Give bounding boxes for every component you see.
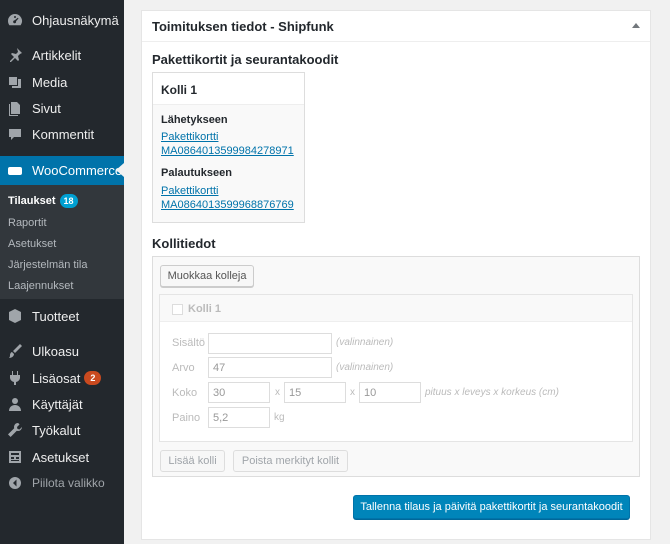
menu-tools-label: Työkalut [32, 422, 81, 438]
submenu-status[interactable]: Järjestelmän tila [8, 259, 87, 271]
menu-pages-label: Sivut [32, 100, 61, 116]
user-icon [5, 394, 25, 414]
metabox-header[interactable]: Toimituksen tiedot - Shipfunk [142, 11, 650, 42]
menu-dashboard[interactable]: Ohjausnäkymä [0, 6, 124, 34]
menu-products-label: Tuotteet [32, 308, 80, 324]
submenu-orders[interactable]: Tilaukset 18 [8, 194, 78, 208]
size-length-input[interactable]: 15 [284, 382, 346, 403]
package-title: Kolli 1 [161, 83, 198, 97]
package-card: Kolli 1 Lähetykseen Pakettikortti MA0864… [152, 72, 305, 223]
menu-dashboard-label: Ohjausnäkymä [32, 12, 119, 28]
menu-comments-label: Kommentit [32, 126, 95, 142]
parcel-info-box: Muokkaa kolleja Kolli 1 Sisältö (valinna… [152, 256, 640, 477]
comment-icon [5, 124, 25, 144]
size-width-input[interactable]: 30 [208, 382, 270, 403]
content-label: Sisältö [172, 337, 206, 349]
box-icon [5, 306, 25, 326]
menu-users-label: Käyttäjät [32, 396, 83, 412]
content-input[interactable] [208, 333, 332, 354]
submenu-extensions[interactable]: Laajennukset [8, 280, 73, 292]
parcel-select-checkbox[interactable] [172, 304, 183, 315]
submenu-settings[interactable]: Asetukset [8, 238, 56, 250]
collapse-arrow-icon [5, 473, 25, 493]
return-title: Palautukseen [161, 167, 232, 179]
parcel-item-header: Kolli 1 [160, 295, 632, 322]
metabox-title: Toimituksen tiedot - Shipfunk [152, 19, 334, 34]
menu-posts-label: Artikkelit [32, 47, 82, 63]
size-separator: x [275, 387, 280, 398]
menu-media[interactable]: Media [0, 68, 124, 96]
size-separator: x [350, 387, 355, 398]
parcel-item: Kolli 1 Sisältö (valinnainen) Arvo 47 (v… [159, 294, 633, 442]
menu-comments[interactable]: Kommentit [0, 120, 124, 148]
dashboard-icon [5, 10, 25, 30]
parcel-info-title: Kollitiedot [152, 236, 216, 251]
settings-icon [5, 447, 25, 467]
menu-appearance-label: Ulkoasu [32, 343, 79, 359]
collapse-menu[interactable]: Piilota valikko [0, 469, 124, 497]
submenu-orders-label: Tilaukset [8, 194, 56, 207]
menu-plugins-label: Lisäosat [32, 370, 81, 386]
save-order-update-labels-button[interactable]: Tallenna tilaus ja päivitä pakettikortit… [353, 495, 630, 519]
return-label-link[interactable]: Pakettikortti MA0864013599968876769 [161, 184, 294, 212]
media-icon [5, 72, 25, 92]
menu-woocommerce[interactable]: WooCommerce [0, 156, 124, 185]
menu-media-label: Media [32, 74, 68, 90]
package-card-header: Kolli 1 [153, 73, 304, 105]
menu-appearance[interactable]: Ulkoasu [0, 337, 124, 365]
menu-users[interactable]: Käyttäjät [0, 390, 124, 418]
size-label: Koko [172, 387, 198, 399]
menu-posts[interactable]: Artikkelit [0, 41, 124, 69]
menu-settings-label: Asetukset [32, 449, 90, 465]
remove-selected-parcels-button[interactable]: Poista merkityt kollit [233, 450, 348, 472]
woocommerce-submenu: Tilaukset 18 Raportit Asetukset Järjestel… [0, 185, 124, 299]
value-optional-hint: (valinnainen) [336, 362, 394, 373]
outbound-title: Lähetykseen [161, 114, 228, 126]
shipfunk-metabox: Toimituksen tiedot - Shipfunk Pakettikor… [141, 10, 651, 540]
submenu-reports[interactable]: Raportit [8, 217, 47, 229]
value-label: Arvo [172, 362, 195, 374]
weight-input[interactable]: 5,2 [208, 407, 270, 428]
menu-products[interactable]: Tuotteet [0, 302, 124, 330]
size-height-input[interactable]: 10 [359, 382, 421, 403]
toggle-arrow-icon[interactable] [632, 23, 640, 28]
page-icon [5, 98, 25, 118]
edit-parcels-button[interactable]: Muokkaa kolleja [160, 265, 254, 287]
outbound-tracking-code: MA0864013599984278971 [161, 145, 294, 157]
menu-pages[interactable]: Sivut [0, 94, 124, 122]
add-parcel-button[interactable]: Lisää kolli [160, 450, 225, 472]
plug-icon [5, 368, 25, 388]
collapse-menu-label: Piilota valikko [32, 476, 105, 490]
brush-icon [5, 341, 25, 361]
woocommerce-icon [5, 161, 25, 181]
value-input[interactable]: 47 [208, 357, 332, 378]
wrench-icon [5, 420, 25, 440]
outbound-label-link[interactable]: Pakettikortti MA0864013599984278971 [161, 130, 294, 158]
orders-count-badge: 18 [59, 194, 78, 208]
menu-woocommerce-label: WooCommerce [32, 163, 123, 178]
parcel-item-title: Kolli 1 [188, 303, 222, 315]
labels-section-title: Pakettikortit ja seurantakoodit [152, 52, 339, 67]
menu-plugins[interactable]: Lisäosat 2 [0, 364, 124, 392]
outbound-link-line1: Pakettikortti [161, 131, 219, 143]
pin-icon [5, 45, 25, 65]
size-units-hint: pituus x leveys x korkeus (cm) [425, 387, 559, 398]
return-link-line1: Pakettikortti [161, 185, 219, 197]
menu-settings[interactable]: Asetukset [0, 443, 124, 471]
weight-unit: kg [274, 412, 285, 423]
admin-sidebar: Ohjausnäkymä Artikkelit Media Sivut Komm… [0, 0, 124, 544]
content-optional-hint: (valinnainen) [336, 337, 394, 348]
menu-tools[interactable]: Työkalut [0, 416, 124, 444]
plugins-update-badge: 2 [84, 371, 102, 385]
weight-label: Paino [172, 412, 201, 424]
return-tracking-code: MA0864013599968876769 [161, 199, 294, 211]
